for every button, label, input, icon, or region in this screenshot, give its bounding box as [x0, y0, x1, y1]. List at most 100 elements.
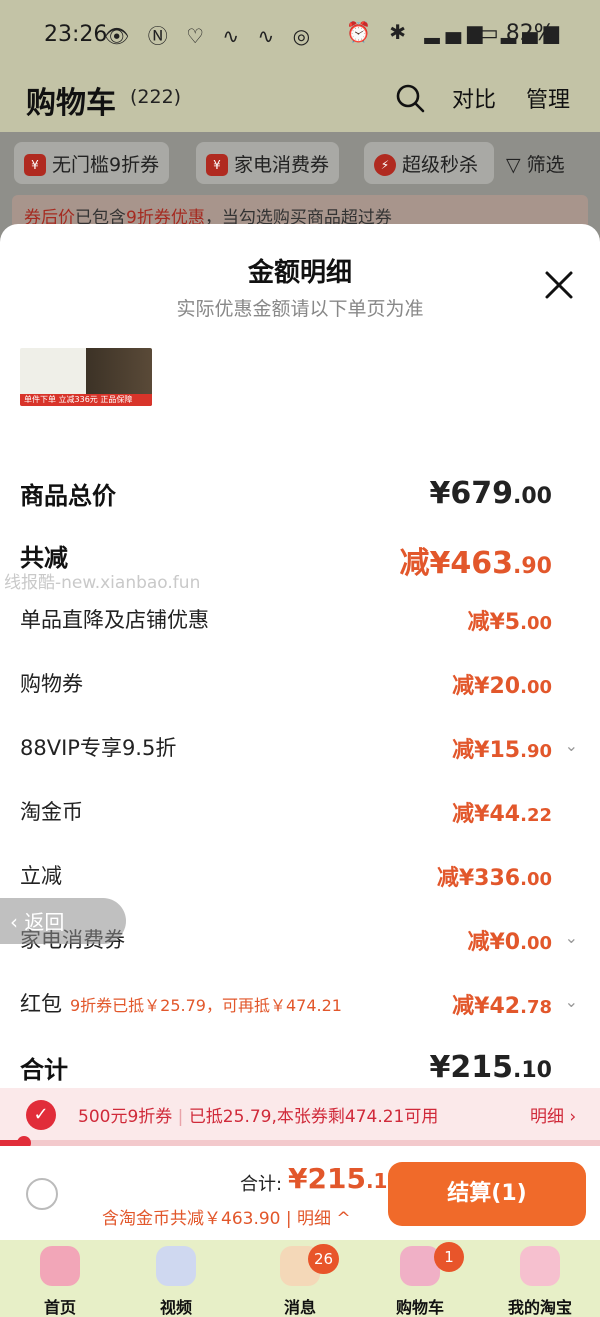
row-value: 减¥44.22	[452, 796, 552, 828]
battery-percent: 82%	[505, 21, 555, 46]
total-main: ¥215	[288, 1162, 366, 1195]
value-main: 减¥20	[452, 674, 521, 699]
manage-button[interactable]: 管理	[526, 82, 570, 114]
value-main: 减¥42	[452, 994, 521, 1019]
row-value: 减¥42.78	[452, 988, 552, 1020]
search-icon[interactable]	[394, 82, 426, 114]
checkout-button[interactable]: 结算(1)	[388, 1162, 586, 1226]
value-decimal: .90	[520, 741, 552, 762]
filter-icon: ▽	[506, 154, 521, 176]
value-main: ¥215	[429, 1050, 514, 1085]
row-label-text: 红包	[20, 992, 62, 1016]
value-main: 减¥336	[436, 866, 521, 891]
filter-button[interactable]: ▽ 筛选	[506, 150, 565, 177]
row-88vip[interactable]: 88VIP专享9.5折 减¥15.90 ⌄	[20, 732, 580, 766]
back-button[interactable]: ‹ 返回	[0, 898, 126, 944]
chevron-down-icon[interactable]: ⌄	[565, 992, 578, 1011]
chevron-down-icon[interactable]: ⌄	[565, 928, 578, 947]
row-total-price: 商品总价 ¥679.00	[20, 476, 580, 511]
tab-label: 视频	[159, 1298, 192, 1317]
row-value: ¥215.10	[430, 1050, 552, 1085]
row-value: ¥679.00	[430, 476, 552, 511]
value-decimal: .00	[520, 869, 552, 890]
row-instant-discount: 立减 减¥336.00	[20, 860, 580, 894]
separator: |	[177, 1107, 184, 1127]
row-value: 减¥15.90	[452, 732, 552, 764]
value-main: 减¥15	[452, 738, 521, 763]
product-thumbnail[interactable]: 单件下单 立减336元 正品保障	[20, 348, 152, 406]
row-value: 减¥336.00	[437, 860, 552, 892]
checkout-bar: 合计: ¥215.10 含淘金币共减￥463.90 | 明细 ^ 结算(1)	[0, 1146, 600, 1240]
status-time: 23:26	[44, 22, 108, 47]
cart-badge: 1	[434, 1242, 464, 1272]
coupon-usage-text: 500元9折券 | 已抵25.79,本张券剩474.21可用	[78, 1102, 438, 1127]
tab-video[interactable]: 视频	[126, 1240, 226, 1317]
tab-label: 购物车	[395, 1298, 444, 1317]
row-label: 红包 9折券已抵￥25.79，可再抵￥474.21	[20, 988, 342, 1018]
value-decimal: .90	[513, 554, 552, 579]
red-packet-note: 9折券已抵￥25.79，可再抵￥474.21	[70, 996, 342, 1015]
row-value: 减¥5.00	[467, 604, 552, 636]
row-label: 88VIP专享9.5折	[20, 736, 177, 760]
cart-count: (222)	[130, 86, 182, 108]
value-decimal: .22	[520, 805, 552, 826]
tab-home[interactable]: 首页	[10, 1240, 110, 1317]
value-main: 减¥0	[467, 930, 521, 955]
value-decimal: .00	[513, 484, 552, 509]
back-arrow-icon: ‹	[10, 910, 18, 934]
battery-level: ▭ 82%	[478, 21, 555, 46]
video-icon	[156, 1246, 196, 1286]
value-decimal: .78	[520, 997, 552, 1018]
filter-label: 筛选	[526, 154, 565, 176]
compare-button[interactable]: 对比	[452, 82, 496, 114]
chip-appliance-coupon[interactable]: ¥ 家电消费券	[196, 142, 340, 184]
row-red-packet[interactable]: 红包 9折券已抵￥25.79，可再抵￥474.21 减¥42.78 ⌄	[20, 988, 580, 1022]
row-shopping-coupon: 购物券 减¥20.00	[20, 668, 580, 702]
row-value: 减¥463.90	[400, 538, 552, 582]
tab-label: 消息	[283, 1298, 316, 1317]
row-taojinbi: 淘金币 减¥44.22	[20, 796, 580, 830]
coupon-name: 500元9折券	[78, 1107, 173, 1127]
tab-label: 首页	[43, 1298, 76, 1317]
checkmark-icon[interactable]: ✓	[26, 1100, 56, 1130]
row-sum: 合计 ¥215.10	[20, 1050, 580, 1085]
message-badge: 26	[308, 1244, 340, 1274]
coupon-remaining: 已抵25.79,本张券剩474.21可用	[188, 1107, 439, 1127]
watermark: 线报酷-new.xianbao.fun	[4, 573, 201, 593]
value-main: 减¥44	[452, 802, 521, 827]
tab-my-taobao[interactable]: 我的淘宝	[490, 1240, 590, 1317]
value-decimal: .10	[513, 1058, 552, 1083]
total-value: ¥215.10	[288, 1162, 401, 1195]
thumbnail-text: 单件下单 立减336元 正品保障	[24, 395, 133, 404]
select-all-radio[interactable]	[26, 1178, 58, 1210]
home-icon	[40, 1246, 80, 1286]
lightning-icon: ⚡	[374, 154, 396, 176]
row-label: 立减	[20, 864, 62, 888]
row-label: 单品直降及店铺优惠	[20, 608, 209, 632]
chevron-down-icon[interactable]: ⌄	[565, 736, 578, 755]
back-label: 返回	[24, 910, 65, 934]
chip-label: 家电消费券	[234, 154, 330, 176]
profile-icon	[520, 1246, 560, 1286]
tab-messages[interactable]: 消息 26	[250, 1240, 350, 1317]
coupon-icon: ¥	[206, 154, 228, 176]
value-decimal: .00	[520, 933, 552, 954]
coupon-detail-link[interactable]: 明细 ›	[530, 1102, 576, 1127]
notification-icons: 👁 Ⓝ ♡ ∿ ∿ ◎	[104, 24, 317, 48]
coupon-usage-bar[interactable]: ✓ 500元9折券 | 已抵25.79,本张券剩474.21可用 明细 ›	[0, 1088, 600, 1140]
tab-label: 我的淘宝	[507, 1298, 572, 1317]
value-decimal: .00	[520, 677, 552, 698]
row-store-discount: 单品直降及店铺优惠 减¥5.00	[20, 604, 580, 638]
value-main: 减¥463	[399, 546, 514, 581]
saving-detail-toggle[interactable]: 含淘金币共减￥463.90 | 明细 ^	[102, 1204, 351, 1229]
row-value: 减¥20.00	[452, 668, 552, 700]
chip-no-threshold-coupon[interactable]: ¥ 无门槛9折券	[14, 142, 170, 184]
row-total-discount: 共减 减¥463.90	[20, 538, 580, 581]
value-main: 减¥5	[467, 610, 521, 635]
row-label: 淘金币	[20, 800, 83, 824]
tab-cart[interactable]: 购物车 1	[370, 1240, 470, 1317]
value-decimal: .00	[520, 613, 552, 634]
cart-header: 购物车 (222) 对比 管理	[0, 72, 600, 132]
close-icon[interactable]	[542, 268, 576, 302]
chip-flash-sale[interactable]: ⚡ 超级秒杀	[364, 142, 494, 184]
